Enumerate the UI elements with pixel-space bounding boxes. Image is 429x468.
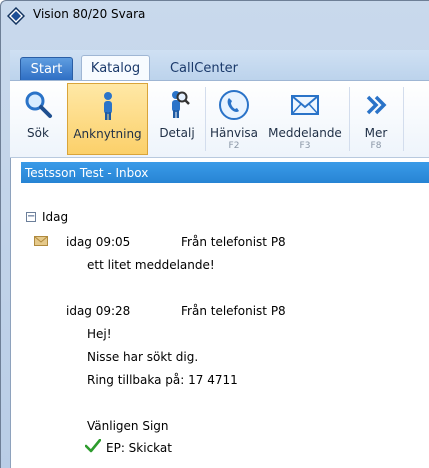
ribbon-separator — [349, 87, 350, 151]
window-title: Vision 80/20 Svara — [33, 7, 146, 21]
message-sender[interactable]: Från telefonist P8 — [181, 235, 286, 249]
redirect-button[interactable]: Hänvisa F2 — [206, 83, 262, 155]
more-button[interactable]: Mer F8 — [351, 83, 401, 155]
ribbon-toolbar: Sök Anknytning Detalj Hänvisa F2 Meddela… — [10, 80, 429, 158]
message-sender[interactable]: Från telefonist P8 — [181, 304, 286, 318]
group-label-today: Idag — [42, 210, 69, 224]
extension-button[interactable]: Anknytning — [67, 83, 148, 155]
more-shortcut: F8 — [370, 141, 382, 151]
message-body-line: Ring tillbaka på: 17 4711 — [87, 373, 238, 387]
message-button-label: Meddelande — [268, 126, 342, 140]
app-logo-icon — [7, 7, 25, 25]
message-body-line: ett litet meddelande! — [87, 258, 215, 272]
phone-icon — [219, 90, 249, 120]
search-icon — [25, 91, 52, 118]
collapse-toggle[interactable]: − — [26, 212, 36, 222]
ribbon-separator — [403, 87, 404, 151]
message-time[interactable]: idag 09:28 — [66, 304, 130, 318]
message-status: EP: Skickat — [106, 441, 172, 455]
search-button[interactable]: Sök — [12, 83, 64, 155]
redirect-shortcut: F2 — [228, 141, 240, 151]
tab-start[interactable]: Start — [20, 57, 73, 80]
extension-button-label: Anknytning — [73, 127, 142, 141]
tab-bar: Start Katalog CallCenter — [10, 50, 429, 81]
more-button-label: Mer — [364, 126, 388, 140]
message-body-line: Nisse har sökt dig. — [87, 350, 199, 364]
title-bar: Vision 80/20 Svara — [0, 0, 429, 30]
message-body-line: Vänligen Sign — [87, 419, 169, 433]
message-button[interactable]: Meddelande F3 — [263, 83, 347, 155]
message-shortcut: F3 — [299, 141, 311, 151]
person-search-icon — [172, 91, 190, 118]
detail-button[interactable]: Detalj — [151, 83, 203, 155]
checkmark-icon — [85, 439, 101, 453]
message-time[interactable]: idag 09:05 — [66, 235, 130, 249]
message-body-line: Hej! — [87, 327, 112, 341]
detail-button-label: Detalj — [159, 126, 195, 140]
envelope-icon — [34, 236, 48, 246]
redirect-button-label: Hänvisa — [209, 126, 259, 140]
tab-katalog[interactable]: Katalog — [81, 55, 150, 81]
person-icon — [103, 92, 112, 120]
double-chevron-right-icon — [366, 95, 387, 115]
inbox-header: Testsson Test - Inbox — [21, 162, 429, 183]
search-button-label: Sök — [27, 126, 49, 140]
envelope-icon — [291, 95, 319, 115]
tab-callcenter[interactable]: CallCenter — [160, 57, 248, 80]
